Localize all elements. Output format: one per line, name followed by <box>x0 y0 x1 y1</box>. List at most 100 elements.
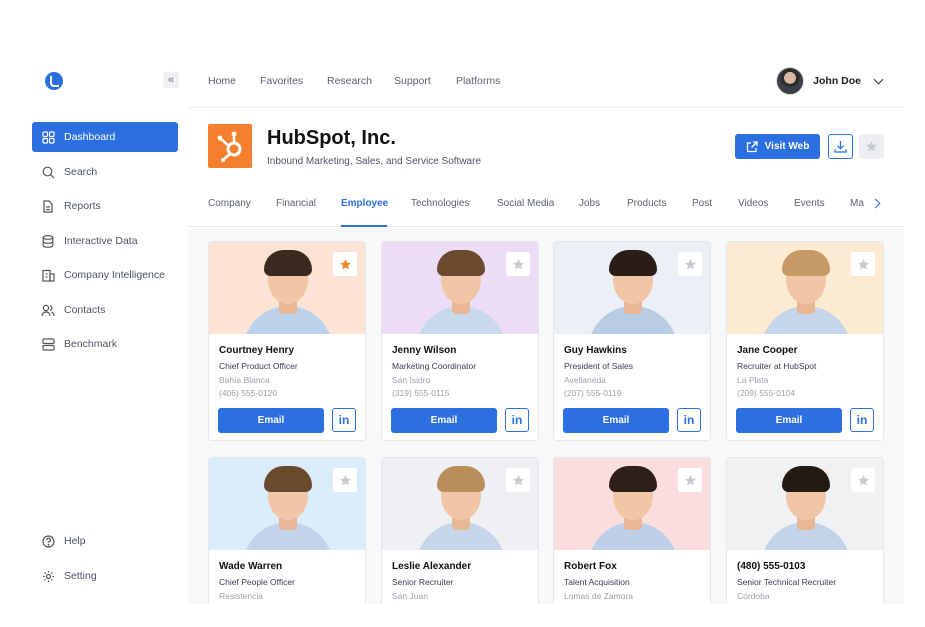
visit-web-button[interactable]: Visit Web <box>735 134 820 159</box>
star-icon <box>339 258 351 269</box>
favorite-star-button[interactable] <box>678 468 702 492</box>
employee-card[interactable]: (480) 555-0103 Senior Technical Recruite… <box>726 457 884 604</box>
grid-icon <box>41 130 55 144</box>
favorite-company-button[interactable] <box>859 134 884 159</box>
employee-role: Marketing Coordinator <box>392 361 477 371</box>
tab-jobs[interactable]: Jobs <box>579 198 600 209</box>
person-hair <box>437 466 485 492</box>
email-button[interactable]: Email <box>218 408 324 433</box>
email-button[interactable]: Email <box>736 408 842 433</box>
employee-location: San Juan <box>392 591 428 601</box>
employee-name: Jenny Wilson <box>392 345 457 356</box>
employee-location: San Isidro <box>392 375 431 385</box>
tab-technologies[interactable]: Technologies <box>411 198 469 209</box>
user-name: John Doe <box>813 75 861 87</box>
employee-photo <box>209 458 365 550</box>
tab-products[interactable]: Products <box>627 198 666 209</box>
employee-name: (480) 555-0103 <box>737 561 806 572</box>
sidebar-item-setting[interactable]: Setting <box>32 561 178 591</box>
company-name: HubSpot, Inc. <box>267 127 396 149</box>
document-icon <box>41 199 55 213</box>
tab-financial[interactable]: Financial <box>276 198 316 209</box>
employee-photo <box>382 242 538 334</box>
company-tagline: Inbound Marketing, Sales, and Service So… <box>267 156 482 167</box>
employee-role: Recruiter at HubSpot <box>737 361 817 371</box>
nav-link-support[interactable]: Support <box>394 75 431 87</box>
email-button[interactable]: Email <box>563 408 669 433</box>
employee-name: Jane Cooper <box>737 345 798 356</box>
star-icon <box>512 258 524 269</box>
nav-link-favorites[interactable]: Favorites <box>260 75 303 87</box>
sidebar-item-help[interactable]: Help <box>32 526 178 556</box>
server-icon <box>41 337 55 351</box>
employee-name: Guy Hawkins <box>564 345 627 356</box>
employee-role: Chief Product Officer <box>219 361 298 371</box>
tab-employee[interactable]: Employee <box>341 198 388 209</box>
employee-card[interactable]: Courtney Henry Chief Product Officer Bah… <box>208 241 366 441</box>
sidebar-item-reports[interactable]: Reports <box>32 191 178 221</box>
employee-card[interactable]: Leslie Alexander Senior Recruiter San Ju… <box>381 457 539 604</box>
employee-card[interactable]: Wade Warren Chief People Officer Resiste… <box>208 457 366 604</box>
tab-social-media[interactable]: Social Media <box>497 198 554 209</box>
employee-location: Resistencia <box>219 591 263 601</box>
sidebar-item-label: Reports <box>64 200 101 212</box>
favorite-star-button[interactable] <box>851 468 875 492</box>
visit-web-label: Visit Web <box>764 141 810 152</box>
person-hair <box>437 250 485 276</box>
employee-card[interactable]: Robert Fox Talent Acquisition Lomas de Z… <box>553 457 711 604</box>
employee-card[interactable]: Guy Hawkins President of Sales Avellaned… <box>553 241 711 441</box>
users-icon <box>41 303 55 317</box>
star-icon <box>339 474 351 485</box>
sidebar-item-search[interactable]: Search <box>32 157 178 187</box>
search-icon <box>41 165 55 179</box>
employee-photo <box>727 242 883 334</box>
star-icon <box>684 258 696 269</box>
favorite-star-button[interactable] <box>333 252 357 276</box>
employee-phone: (209) 555-0104 <box>737 388 796 398</box>
download-button[interactable] <box>828 134 853 159</box>
linkedin-button[interactable]: in <box>505 408 529 432</box>
favorite-star-button[interactable] <box>506 468 530 492</box>
tab-post[interactable]: Post <box>692 198 712 209</box>
favorite-star-button[interactable] <box>851 252 875 276</box>
linkedin-button[interactable]: in <box>850 408 874 432</box>
app-logo <box>45 72 63 90</box>
tab-company[interactable]: Company <box>208 198 251 209</box>
favorite-star-button[interactable] <box>678 252 702 276</box>
email-button[interactable]: Email <box>391 408 497 433</box>
employee-grid: Courtney Henry Chief Product Officer Bah… <box>188 228 904 604</box>
tab-events[interactable]: Events <box>794 198 825 209</box>
employee-role: Senior Technical Recruiter <box>737 577 837 587</box>
employee-photo <box>209 242 365 334</box>
sidebar-item-interactive-data[interactable]: Interactive Data <box>32 226 178 256</box>
employee-card[interactable]: Jenny Wilson Marketing Coordinator San I… <box>381 241 539 441</box>
linkedin-button[interactable]: in <box>677 408 701 432</box>
sidebar-item-label: Help <box>64 535 86 547</box>
collapse-sidebar-button[interactable]: « <box>163 72 179 88</box>
employee-card[interactable]: Jane Cooper Recruiter at HubSpot La Plat… <box>726 241 884 441</box>
nav-link-home[interactable]: Home <box>208 75 236 87</box>
sidebar-item-contacts[interactable]: Contacts <box>32 295 178 325</box>
sidebar-item-company-intelligence[interactable]: Company Intelligence <box>32 260 178 290</box>
active-tab-indicator <box>341 225 387 227</box>
tab-videos[interactable]: Videos <box>738 198 768 209</box>
employee-name: Robert Fox <box>564 561 617 572</box>
favorite-star-button[interactable] <box>333 468 357 492</box>
favorite-star-button[interactable] <box>506 252 530 276</box>
employee-photo <box>727 458 883 550</box>
sidebar-item-dashboard[interactable]: Dashboard <box>32 122 178 152</box>
nav-link-research[interactable]: Research <box>327 75 372 87</box>
employee-name: Courtney Henry <box>219 345 295 356</box>
employee-phone: (207) 555-0119 <box>564 388 622 398</box>
sidebar-item-benchmark[interactable]: Benchmark <box>32 329 178 359</box>
linkedin-button[interactable]: in <box>332 408 356 432</box>
employee-phone: (406) 555-0120 <box>219 388 278 398</box>
user-menu[interactable]: John Doe <box>776 67 884 95</box>
tab-more[interactable]: Ma <box>850 198 864 209</box>
chevron-right-icon[interactable] <box>870 198 881 209</box>
nav-link-platforms[interactable]: Platforms <box>456 75 500 87</box>
star-icon <box>866 141 877 152</box>
person-hair <box>609 466 657 492</box>
sidebar-item-label: Interactive Data <box>64 235 138 247</box>
employee-location: Córdoba <box>737 591 770 601</box>
